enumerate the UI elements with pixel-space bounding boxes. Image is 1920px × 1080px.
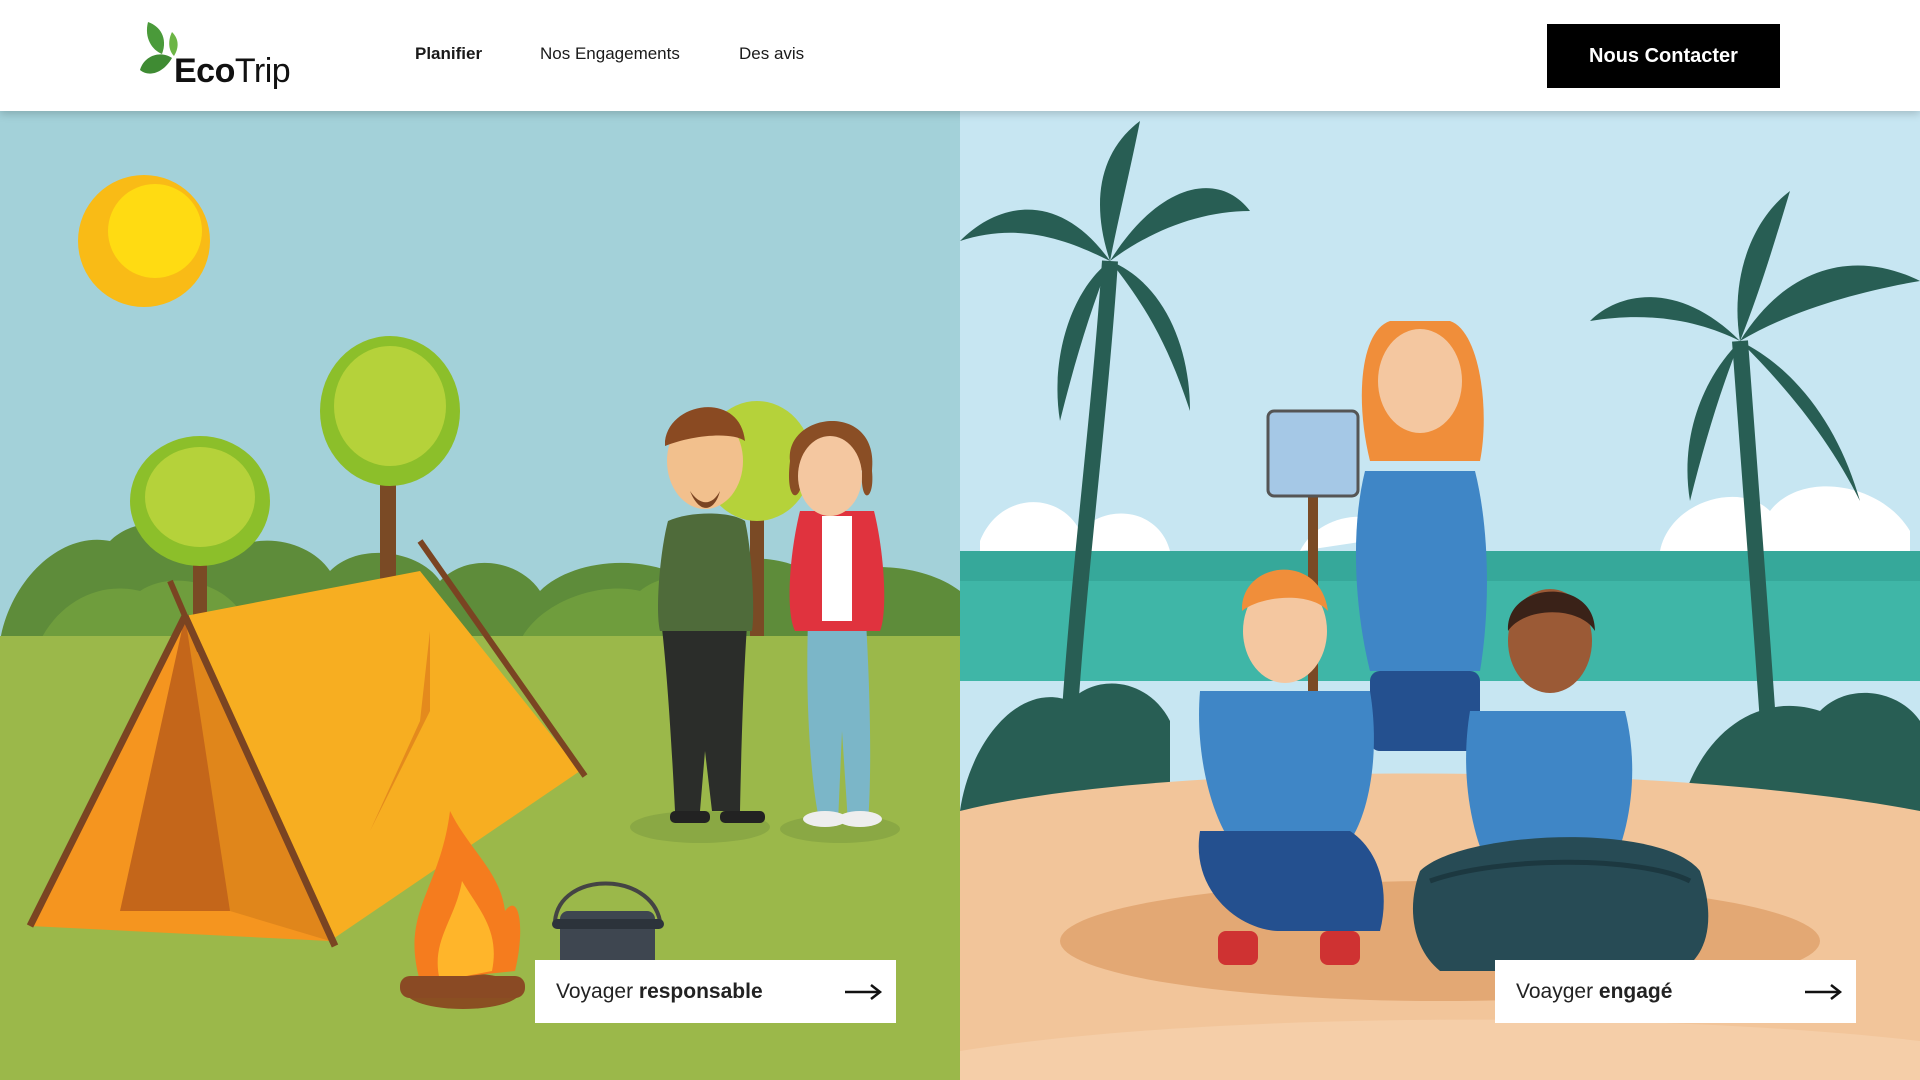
beach-cleanup-illustration [960,111,1920,1080]
nav-item-planifier[interactable]: Planifier [415,44,482,64]
cta-label: Voayger engagé [1516,979,1673,1003]
camping-illustration [0,111,960,1080]
logo-wordmark: EcoTrip [174,52,291,90]
cta-voyager-engage[interactable]: Voayger engagé [1495,960,1856,1023]
contact-button[interactable]: Nous Contacter [1547,24,1780,88]
nav-item-des-avis[interactable]: Des avis [739,44,804,64]
panel-engaged-travel[interactable]: Voayger engagé [960,111,1920,1080]
cta-voyager-responsable[interactable]: Voyager responsable [535,960,896,1023]
nav-item-nos-engagements[interactable]: Nos Engagements [540,44,680,64]
cta-label: Voyager responsable [556,979,763,1003]
site-header: EcoTrip Planifier Nos Engagements Des av… [0,0,1920,111]
arrow-right-icon [845,983,883,1000]
logo[interactable]: EcoTrip [138,18,291,90]
arrow-right-icon [1805,983,1843,1000]
panel-responsible-travel[interactable]: Voyager responsable [0,111,960,1080]
